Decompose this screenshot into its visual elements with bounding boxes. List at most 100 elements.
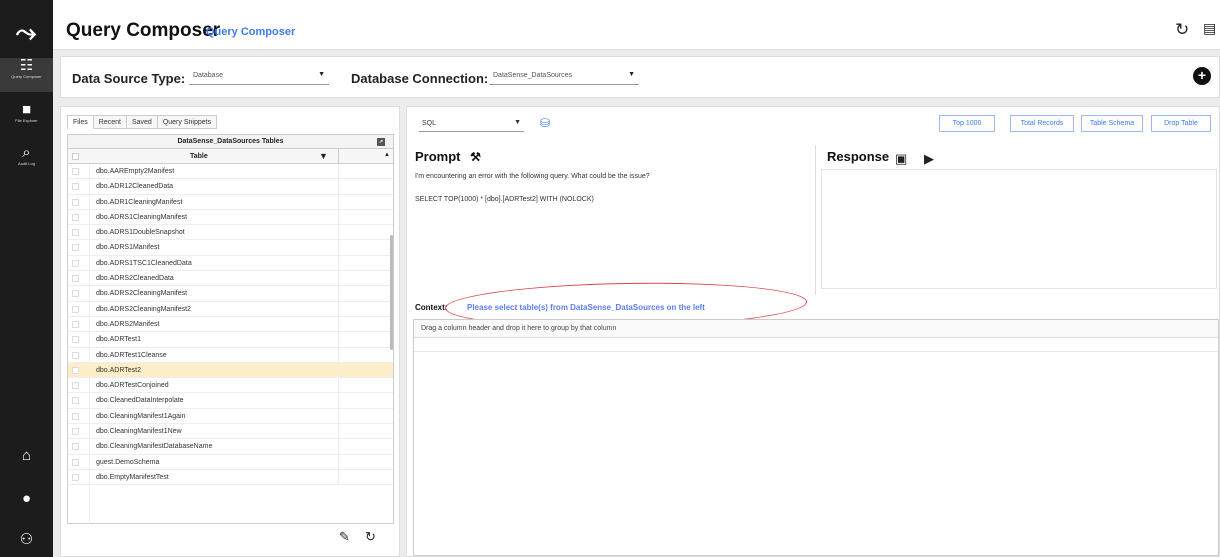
row-checkbox[interactable]: [72, 244, 79, 252]
column-divider: [338, 332, 339, 348]
table-row[interactable]: dbo.ADRS1Manifest: [68, 240, 393, 256]
add-connection-button[interactable]: +: [1193, 67, 1211, 85]
language-select[interactable]: SQL ▼: [419, 116, 524, 132]
row-checkbox[interactable]: [72, 305, 79, 313]
row-checkbox[interactable]: [72, 443, 79, 451]
rail-item-label: File Explorer: [15, 118, 38, 123]
play-icon[interactable]: ▶: [924, 151, 934, 167]
data-source-bar: Data Source Type: Database ▼ Database Co…: [60, 56, 1220, 98]
row-checkbox[interactable]: [72, 336, 79, 344]
column-divider: [338, 393, 339, 409]
column-divider: [338, 362, 339, 378]
page-subtitle[interactable]: Query Composer: [206, 26, 295, 38]
row-checkbox[interactable]: [72, 458, 79, 466]
table-name: dbo.ADRTestConjoined: [96, 382, 169, 390]
home-icon[interactable]: ⌂: [0, 447, 53, 464]
row-checkbox[interactable]: [72, 275, 79, 283]
column-header-table[interactable]: Table: [190, 153, 208, 160]
database-icon[interactable]: ⛁: [540, 116, 550, 130]
row-checkbox[interactable]: [72, 473, 79, 481]
sort-icon[interactable]: ▲: [384, 152, 390, 158]
table-row[interactable]: dbo.ADRTest1: [68, 332, 393, 348]
table-row[interactable]: dbo.ADRS1TSC1CleanedData: [68, 255, 393, 272]
table-row[interactable]: dbo.CleaningManifest1Again: [68, 408, 393, 425]
table-row[interactable]: dbo.ADRS1CleaningManifest: [68, 209, 393, 226]
total-records-button[interactable]: Total Records: [1010, 115, 1074, 132]
table-row[interactable]: dbo.CleaningManifestDatabaseName: [68, 439, 393, 455]
row-checkbox[interactable]: [72, 213, 79, 221]
results-header-row: [414, 338, 1218, 352]
table-schema-button[interactable]: Table Schema: [1081, 115, 1143, 132]
table-row[interactable]: dbo.CleanedDataInterpolate: [68, 393, 393, 409]
rail-item-audit-log[interactable]: ⌕ Audit Log: [0, 145, 53, 173]
rail-item-query-composer[interactable]: ☷ Query Composer: [0, 58, 53, 92]
table-row[interactable]: guest.DemoSchema: [68, 454, 393, 470]
document-icon[interactable]: ▤: [1203, 20, 1216, 37]
drop-table-button[interactable]: Drop Table: [1151, 115, 1211, 132]
table-row[interactable]: dbo.AAREmpty2Manifest: [68, 164, 393, 180]
prompt-title: Prompt ⚒: [415, 149, 481, 164]
data-source-type-value: Database: [193, 72, 223, 79]
table-row[interactable]: dbo.ADRS2CleanedData: [68, 271, 393, 287]
tab-files[interactable]: Files: [67, 115, 94, 129]
refresh-icon[interactable]: ↻: [1175, 20, 1189, 40]
table-row[interactable]: dbo.ADRS2CleaningManifest2: [68, 301, 393, 317]
table-row[interactable]: dbo.ADRTest2: [68, 362, 393, 379]
table-name: dbo.ADRTest2: [96, 366, 142, 374]
row-checkbox[interactable]: [72, 351, 79, 359]
table-rows: dbo.AAREmpty2Manifest dbo.ADR12CleanedDat…: [68, 164, 393, 486]
row-checkbox[interactable]: [72, 320, 79, 328]
prompt-line-2[interactable]: SELECT TOP(1000) * [dbo].[ADRTest2] WITH…: [415, 196, 594, 203]
top-1000-button[interactable]: Top 1000: [939, 115, 995, 132]
table-name: dbo.ADRS1TSC1CleanedData: [96, 259, 192, 267]
row-checkbox[interactable]: [72, 366, 79, 374]
row-checkbox[interactable]: [72, 168, 79, 175]
prompt-line-1[interactable]: I'm encountering an error with the follo…: [415, 173, 650, 180]
table-row[interactable]: dbo.ADR12CleanedData: [68, 179, 393, 195]
filter-icon[interactable]: ▼: [319, 151, 328, 161]
users-icon[interactable]: ⚇: [0, 530, 53, 548]
response-box[interactable]: [821, 169, 1217, 289]
table-row[interactable]: dbo.ADR1CleaningManifest: [68, 194, 393, 210]
data-source-type-select[interactable]: Database ▼: [189, 69, 329, 85]
table-row[interactable]: dbo.ADRS1DoubleSnapshot: [68, 225, 393, 241]
edit-icon[interactable]: ✎: [339, 529, 350, 545]
group-drop-area[interactable]: Drag a column header and drop it here to…: [414, 320, 1218, 338]
table-name: dbo.ADRTest1Cleanse: [96, 351, 167, 359]
row-checkbox[interactable]: [72, 397, 79, 405]
table-row[interactable]: dbo.ADRS2CleaningManifest: [68, 286, 393, 302]
column-divider: [338, 209, 339, 225]
expand-icon[interactable]: ↗: [377, 138, 385, 146]
table-row[interactable]: dbo.EmptyManifestTest: [68, 469, 393, 486]
table-row[interactable]: dbo.ADRTest1Cleanse: [68, 347, 393, 363]
row-checkbox[interactable]: [72, 229, 79, 237]
row-checkbox[interactable]: [72, 183, 79, 191]
table-row[interactable]: dbo.CleaningManifest1New: [68, 424, 393, 440]
magic-wand-icon[interactable]: ⚒: [470, 150, 481, 164]
table-row[interactable]: dbo.ADRS2Manifest: [68, 316, 393, 333]
grid-title-text: DataSense_DataSources Tables: [177, 138, 284, 145]
table-name: dbo.ADRS1Manifest: [96, 244, 160, 252]
help-icon[interactable]: ●: [0, 490, 53, 507]
refresh-icon[interactable]: ↻: [365, 529, 376, 545]
row-checkbox[interactable]: [72, 428, 79, 436]
column-divider: [338, 194, 339, 210]
row-checkbox[interactable]: [72, 198, 79, 206]
save-icon[interactable]: ▣: [895, 151, 907, 167]
table-name: dbo.CleaningManifest1New: [96, 428, 182, 436]
tab-query-snippets[interactable]: Query Snippets: [157, 115, 218, 129]
column-divider: [338, 424, 339, 440]
scrollbar[interactable]: [390, 235, 393, 350]
tab-recent[interactable]: Recent: [93, 115, 127, 129]
row-checkbox[interactable]: [72, 412, 79, 420]
app-logo-icon[interactable]: ⤳: [10, 16, 42, 48]
row-checkbox[interactable]: [72, 290, 79, 298]
rail-item-label: Audit Log: [18, 161, 35, 166]
table-row[interactable]: dbo.ADRTestConjoined: [68, 378, 393, 394]
select-all-checkbox[interactable]: [72, 153, 79, 160]
rail-item-file-explorer[interactable]: ■ File Explorer: [0, 102, 53, 130]
database-connection-select[interactable]: DataSense_DataSources ▼: [489, 69, 639, 85]
row-checkbox[interactable]: [72, 259, 79, 267]
row-checkbox[interactable]: [72, 382, 79, 390]
tab-saved[interactable]: Saved: [126, 115, 158, 129]
